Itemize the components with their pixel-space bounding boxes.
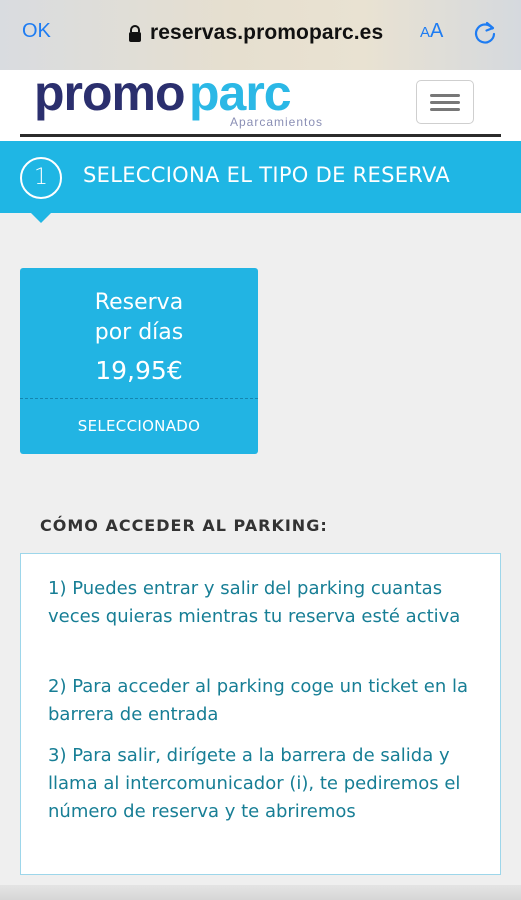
done-button[interactable]: OK xyxy=(22,20,51,43)
reservation-title-line1: Reserva xyxy=(94,290,184,315)
reservation-option-card[interactable]: Reserva por días 19,95€ SELECCIONADO xyxy=(20,268,258,454)
bottom-edge xyxy=(0,885,521,900)
text-size-big-label: A xyxy=(430,20,444,42)
hamburger-icon xyxy=(430,101,460,104)
access-info-item: 2) Para acceder al parking coge un ticke… xyxy=(48,676,469,725)
reservation-price: 19,95€ xyxy=(95,356,183,385)
reload-icon[interactable] xyxy=(472,20,498,46)
menu-button[interactable] xyxy=(416,80,474,124)
text-size-small-label: A xyxy=(420,24,431,41)
reservation-title-line2: por días xyxy=(94,320,184,345)
reservation-title: Reserva por días xyxy=(20,288,258,348)
url-field[interactable]: reservas.promoparc.es xyxy=(128,18,383,48)
access-info-box: 1) Puedes entrar y salir del parking cua… xyxy=(20,553,501,875)
access-heading: CÓMO ACCEDER AL PARKING: xyxy=(40,516,328,535)
step-banner: 1 SELECCIONA EL TIPO DE RESERVA xyxy=(0,141,521,213)
logo-primary: promo xyxy=(34,74,185,121)
access-info-item: 1) Puedes entrar y salir del parking cua… xyxy=(48,578,461,627)
hamburger-icon xyxy=(430,94,460,97)
reservation-status: SELECCIONADO xyxy=(77,417,201,435)
access-info-item: 3) Para salir, dirígete a la barrera de … xyxy=(48,745,461,822)
step-title: SELECCIONA EL TIPO DE RESERVA xyxy=(83,163,451,187)
logo-secondary: parc xyxy=(189,74,291,121)
header-divider xyxy=(20,134,501,137)
step-pointer-arrow xyxy=(31,213,51,223)
reservation-divider xyxy=(20,398,258,399)
site-header: promo parc Aparcamientos xyxy=(0,70,521,142)
logo-tagline: Aparcamientos xyxy=(230,115,323,129)
hamburger-icon xyxy=(430,108,460,111)
lock-icon xyxy=(129,24,141,42)
browser-address-bar: OK reservas.promoparc.es AA xyxy=(0,0,521,70)
step-number-badge: 1 xyxy=(20,157,62,199)
url-text: reservas.promoparc.es xyxy=(150,21,384,44)
promoparc-logo[interactable]: promo parc Aparcamientos xyxy=(34,74,334,130)
text-size-button[interactable]: AA xyxy=(420,20,443,43)
